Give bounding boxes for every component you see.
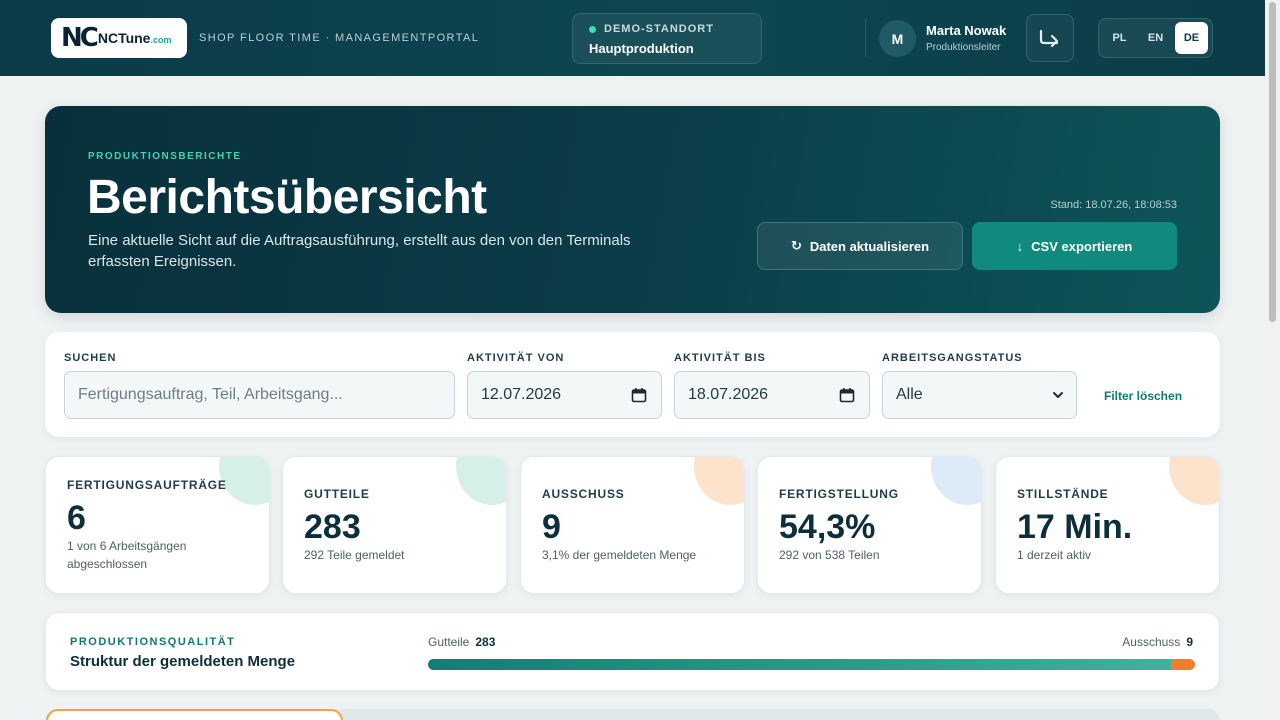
kpi-value: 6 (67, 499, 86, 537)
kpi-card-orders: FERTIGUNGSAUFTRÄGE 6 1 von 6 Arbeitsgäng… (45, 456, 270, 594)
lang-de-button[interactable]: DE (1175, 22, 1208, 54)
report-tab-active[interactable] (46, 709, 343, 720)
quality-title: Struktur der gemeldeten Menge (70, 653, 296, 670)
site-value: Hauptproduktion (589, 41, 694, 56)
kpi-value: 283 (304, 508, 361, 546)
kpi-label: FERTIGSTELLUNG (779, 487, 899, 501)
kpi-value: 17 Min. (1017, 508, 1133, 546)
refresh-label: Daten aktualisieren (809, 238, 930, 254)
operation-status-label: ARBEITSGANGSTATUS (882, 352, 1023, 364)
logo-mark: NC (61, 23, 99, 53)
scrap-bar-segment (1171, 659, 1195, 670)
search-label: SUCHEN (64, 352, 117, 364)
kpi-label: FERTIGUNGSAUFTRÄGE (67, 478, 227, 492)
page-title: Berichtsübersicht (87, 171, 487, 224)
logo-tld: .com (150, 35, 172, 45)
top-bar: NC NCTune .com SHOP FLOOR TIME · MANAGEM… (0, 0, 1265, 76)
logo-name: NCTune (97, 30, 151, 46)
portal-title: SHOP FLOOR TIME · MANAGEMENTPORTAL (199, 32, 480, 44)
scrollbar-thumb[interactable] (1269, 2, 1276, 322)
quality-bar (428, 659, 1195, 670)
lang-en-button[interactable]: EN (1139, 22, 1172, 54)
good-parts-count: 283 (475, 635, 496, 649)
avatar[interactable]: M (879, 20, 916, 57)
last-updated-stamp: Stand: 18.07.26, 18:08:53 (1050, 199, 1177, 211)
hero-description: Eine aktuelle Sicht auf die Auftragsausf… (88, 232, 631, 270)
production-quality-panel: PRODUKTIONSQUALITÄT Struktur der gemelde… (45, 612, 1220, 691)
clear-filters-link[interactable]: Filter löschen (1104, 389, 1182, 403)
user-role: Produktionsleiter (926, 42, 1001, 53)
scrap-count: 9 (1186, 635, 1193, 649)
card-accent-blob (931, 457, 981, 505)
kpi-subtext: 292 von 538 Teilen (779, 548, 880, 562)
filter-panel: SUCHEN Fertigungsauftrag, Teil, Arbeitsg… (45, 332, 1220, 437)
logout-button[interactable] (1026, 14, 1074, 62)
card-accent-blob (456, 457, 506, 505)
card-accent-blob (694, 457, 744, 505)
lang-pl-button[interactable]: PL (1103, 22, 1136, 54)
calendar-icon[interactable] (631, 387, 647, 403)
kpi-card-downtime: STILLSTÄNDE 17 Min. 1 derzeit aktiv (995, 456, 1220, 594)
kpi-label: AUSSCHUSS (542, 487, 625, 501)
kpi-label: GUTTEILE (304, 487, 370, 501)
activity-from-label: AKTIVITÄT VON (467, 352, 565, 364)
chevron-down-icon (1053, 392, 1063, 398)
good-parts-legend: Gutteile 283 (428, 635, 496, 649)
kpi-card-scrap: AUSSCHUSS 9 3,1% der gemeldeten Menge (520, 456, 745, 594)
page-scrollbar[interactable] (1265, 0, 1280, 720)
hero-panel: PRODUKTIONSBERICHTE Berichtsübersicht Ei… (45, 106, 1220, 313)
card-accent-blob (1169, 457, 1219, 505)
quality-eyebrow: PRODUKTIONSQUALITÄT (70, 636, 236, 648)
export-csv-button[interactable]: ↓ CSV exportieren (972, 222, 1177, 270)
good-parts-bar-segment (428, 659, 1172, 670)
language-switcher: PL EN DE (1098, 18, 1213, 58)
hero-eyebrow: PRODUKTIONSBERICHTE (88, 151, 242, 162)
export-label: CSV exportieren (1031, 238, 1133, 254)
kpi-subtext: 1 von 6 Arbeitsgängen abgeschlossen (67, 539, 187, 571)
activity-from-date-input[interactable]: 12.07.2026 (467, 371, 662, 419)
kpi-value: 9 (542, 508, 561, 546)
kpi-subtext: 3,1% der gemeldeten Menge (542, 548, 697, 562)
kpi-card-completion: FERTIGSTELLUNG 54,3% 292 von 538 Teilen (757, 456, 982, 594)
download-arrow-icon: ↓ (1016, 238, 1024, 254)
logout-arrow-icon (1039, 29, 1059, 48)
search-input[interactable]: Fertigungsauftrag, Teil, Arbeitsgang... (64, 371, 455, 419)
operation-status-select[interactable]: Alle (882, 371, 1077, 419)
activity-to-date-input[interactable]: 18.07.2026 (674, 371, 870, 419)
user-name: Marta Nowak (926, 23, 1007, 38)
kpi-subtext: 1 derzeit aktiv (1017, 548, 1092, 562)
scrap-legend: Ausschuss 9 (1122, 635, 1193, 649)
nctune-logo[interactable]: NC NCTune .com (51, 18, 187, 58)
refresh-data-button[interactable]: ↻ Daten aktualisieren (757, 222, 963, 270)
kpi-card-good-parts: GUTTEILE 283 292 Teile gemeldet (282, 456, 507, 594)
kpi-subtext: 292 Teile gemeldet (304, 548, 405, 562)
calendar-icon[interactable] (839, 387, 855, 403)
activity-to-label: AKTIVITÄT BIS (674, 352, 766, 364)
status-dot-icon (589, 25, 596, 33)
refresh-icon: ↻ (790, 238, 802, 253)
kpi-label: STILLSTÄNDE (1017, 487, 1109, 501)
site-label: DEMO-STANDORT (604, 23, 714, 35)
kpi-value: 54,3% (779, 508, 876, 546)
header-divider (865, 19, 866, 57)
site-selector[interactable]: DEMO-STANDORT Hauptproduktion (572, 13, 762, 64)
